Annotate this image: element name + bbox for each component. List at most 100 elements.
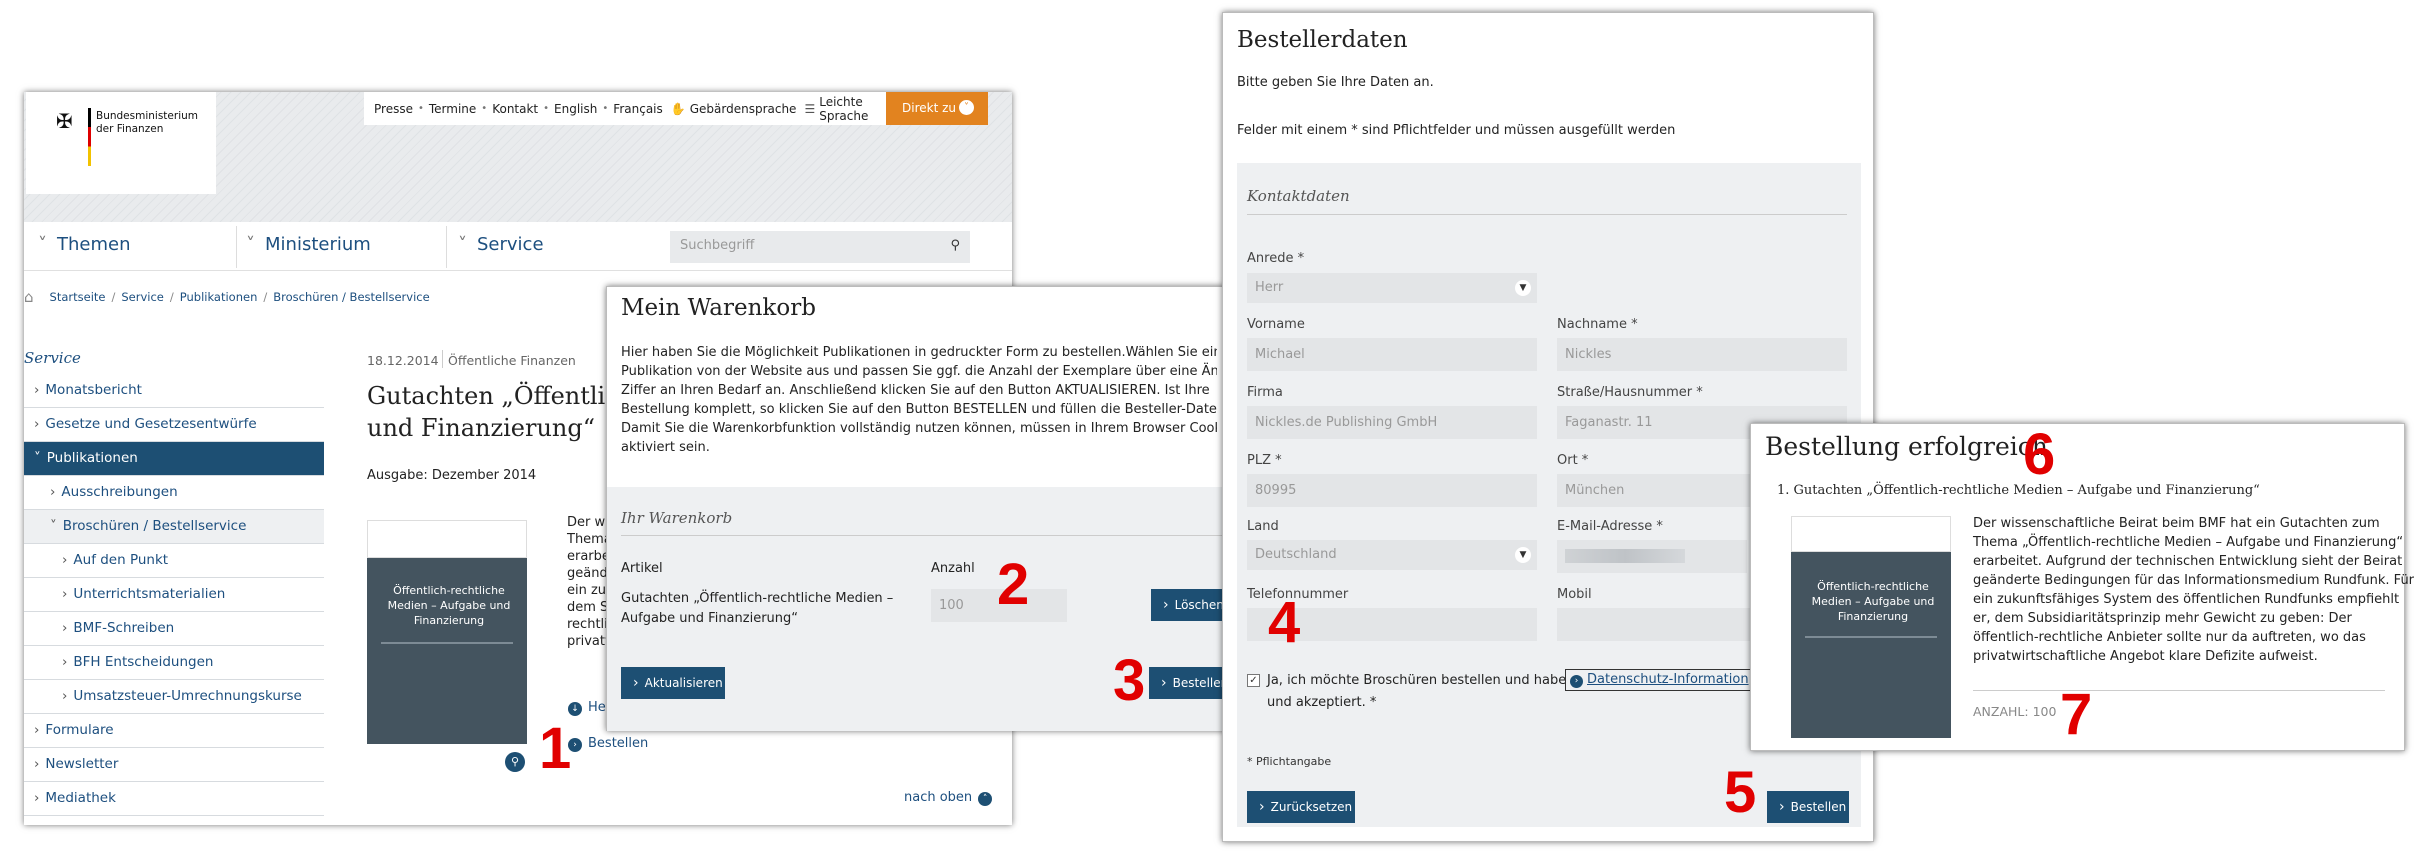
nach-oben-label: nach oben: [904, 790, 973, 805]
date-divider: [442, 350, 443, 368]
sidebar-label: Monatsbericht: [45, 382, 142, 398]
nav-kontakt[interactable]: Kontakt: [492, 102, 538, 116]
anrede-select[interactable]: Herr ▼: [1247, 273, 1537, 303]
search-icon[interactable]: ⚲: [950, 238, 960, 253]
direkt-zu-button[interactable]: Direkt zu ˅: [886, 92, 988, 125]
mobil-label: Mobil: [1557, 587, 1592, 602]
form-order-button[interactable]: Bestellen: [1767, 791, 1849, 823]
nachname-input[interactable]: Nickles: [1557, 338, 1847, 371]
sidebar-item-formulare[interactable]: › Formulare: [24, 714, 324, 748]
anrede-value: Herr: [1255, 280, 1284, 295]
bestellen-link[interactable]: › Bestellen: [568, 736, 648, 752]
arrow-up-icon: ˄: [978, 792, 993, 806]
download-icon: ↓: [568, 702, 582, 716]
desc-line: öffentlich-rechtliche Anbieter sollte nu…: [1973, 630, 2366, 645]
desc-line: Thema „Öffentlich-rechtliche Medien – Au…: [1973, 535, 2404, 550]
nach-oben-link[interactable]: nach oben ˄: [904, 790, 993, 806]
datenschutz-label: Datenschutz-Information: [1587, 672, 1749, 687]
cart-order-button[interactable]: Bestellen: [1149, 667, 1228, 699]
delete-button[interactable]: Löschen: [1151, 589, 1227, 621]
land-select[interactable]: Deutschland ▼: [1247, 540, 1537, 570]
cart-intro: Hier haben Sie die Möglichkeit Publikati…: [621, 343, 1217, 457]
sidebar-item-gesetze[interactable]: › Gesetze und Gesetzesentwürfe: [24, 408, 324, 442]
sidebar-item-broschueren[interactable]: ˅ Broschüren / Bestellservice: [24, 510, 324, 544]
breadcrumb-broschueren[interactable]: Broschüren / Bestellservice: [273, 290, 429, 304]
breadcrumb-service[interactable]: Service: [121, 290, 164, 304]
sidebar-item-mediathek[interactable]: › Mediathek: [24, 782, 324, 816]
sidebar-item-auf-den-punkt[interactable]: › Auf den Punkt: [24, 544, 324, 578]
sidebar-item-umsatzsteuer[interactable]: › Umsatzsteuer-Umrechnungskurse: [24, 680, 324, 714]
download-link[interactable]: ↓ Her: [568, 700, 611, 716]
item-name-1: Gutachten „Öffentlich-rechtliche Medien …: [621, 591, 894, 606]
email-input[interactable]: [1557, 540, 1747, 573]
nachname-label: Nachname *: [1557, 317, 1638, 332]
item-name-2: Aufgabe und Finanzierung“: [621, 611, 799, 626]
home-icon[interactable]: ⌂: [24, 288, 34, 306]
consent-checkbox[interactable]: ✓: [1247, 674, 1260, 687]
sidebar-item-bfh[interactable]: › BFH Entscheidungen: [24, 646, 324, 680]
top-nav: Presse • Termine • Kontakt • English • Franç…: [364, 92, 891, 125]
nav-ministerium-label: Ministerium: [265, 234, 371, 255]
zoom-icon[interactable]: ⚲: [505, 752, 525, 772]
success-desc: Der wissenschaftliche Beirat beim BMF ha…: [1973, 514, 2414, 666]
form-required-note: Felder mit einem * sind Pflichtfelder un…: [1237, 123, 1676, 138]
plz-input[interactable]: 80995: [1247, 474, 1537, 507]
sidebar-label: Auf den Punkt: [73, 552, 169, 568]
section-rule: [1247, 214, 1847, 215]
datenschutz-link[interactable]: › Datenschutz-Information: [1565, 669, 1754, 691]
breadcrumb-startseite[interactable]: Startseite: [50, 290, 106, 304]
breadcrumb-publikationen[interactable]: Publikationen: [180, 290, 258, 304]
nav-leichte-sprache[interactable]: Leichte Sprache: [819, 95, 891, 123]
step-number-7: 7: [2060, 682, 2093, 747]
nav-ministerium[interactable]: ˅ Ministerium: [246, 234, 371, 255]
pflicht-note: * Pflichtangabe: [1247, 755, 1332, 768]
strasse-label: Straße/Hausnummer *: [1557, 385, 1703, 400]
update-label: Aktualisieren: [644, 676, 723, 690]
search-placeholder: Suchbegriff: [680, 238, 755, 253]
desc-line: ein zukunftsfähiges System des öffentlic…: [1973, 592, 2400, 607]
land-value: Deutschland: [1255, 547, 1337, 562]
cover-title: Öffentlich-rechtliche Medien – Aufgabe u…: [387, 584, 511, 627]
sidebar-item-bmf-schreiben[interactable]: › BMF-Schreiben: [24, 612, 324, 646]
col-article: Artikel: [621, 561, 663, 576]
nav-english[interactable]: English: [554, 102, 597, 116]
easy-language-icon: ☰: [804, 101, 816, 116]
search-input[interactable]: Suchbegriff ⚲: [670, 231, 970, 263]
vorname-input[interactable]: Michael: [1247, 338, 1537, 371]
email-label: E-Mail-Adresse *: [1557, 519, 1663, 534]
sidebar-item-monatsbericht[interactable]: › Monatsbericht: [24, 374, 324, 408]
nav-presse[interactable]: Presse: [374, 102, 413, 116]
sidebar-label: BFH Entscheidungen: [73, 654, 214, 670]
nav-themen[interactable]: ˅ Themen: [38, 234, 131, 255]
sidebar-label: Umsatzsteuer-Umrechnungskurse: [73, 688, 302, 704]
desc-line: geänderte Bedingungen für das Informatio…: [1973, 573, 2415, 588]
breadcrumb: ⌂ Startseite / Service / Publikationen / Br…: [24, 288, 430, 306]
sidebar-label: Unterrichtsmaterialien: [73, 586, 226, 602]
sidebar-label: Broschüren / Bestellservice: [62, 518, 247, 534]
logo-box[interactable]: ✠ Bundesministerium der Finanzen: [26, 92, 216, 194]
article-title-1: Gutachten „Öffentlich: [367, 382, 635, 410]
update-button[interactable]: Aktualisieren: [621, 667, 725, 699]
anrede-label: Anrede *: [1247, 251, 1305, 266]
form-intro: Bitte geben Sie Ihre Daten an.: [1237, 75, 1434, 90]
firma-input[interactable]: Nickles.de Publishing GmbH: [1247, 406, 1537, 439]
nav-termine[interactable]: Termine: [429, 102, 476, 116]
nav-service[interactable]: ˅ Service: [458, 234, 544, 255]
step-number-4: 4: [1268, 590, 1301, 655]
plz-label: PLZ *: [1247, 453, 1282, 468]
sidebar-item-newsletter[interactable]: › Newsletter: [24, 748, 324, 782]
email-blurred: [1565, 549, 1685, 563]
logo-text-2: der Finanzen: [96, 123, 164, 135]
intro-line: Ziffer an Ihren Bedarf an. Anschließend …: [621, 383, 1210, 398]
nav-gebaerdensprache[interactable]: Gebärdensprache: [690, 102, 797, 116]
success-item: 1. Gutachten „Öffentlich-rechtliche Medi…: [1777, 483, 2260, 498]
nav-divider: [446, 226, 447, 268]
chevron-down-icon: ▼: [1515, 547, 1531, 563]
reset-button[interactable]: Zurücksetzen: [1247, 791, 1355, 823]
sidebar-item-unterrichtsmaterialien[interactable]: › Unterrichtsmaterialien: [24, 578, 324, 612]
brochure-cover[interactable]: Öffentlich-rechtliche Medien – Aufgabe u…: [367, 520, 527, 744]
nav-francais[interactable]: Français: [613, 102, 662, 116]
flag-stripe: [88, 108, 91, 166]
sidebar-item-publikationen[interactable]: ˅ Publikationen: [24, 442, 324, 476]
sidebar-item-ausschreibungen[interactable]: › Ausschreibungen: [24, 476, 324, 510]
